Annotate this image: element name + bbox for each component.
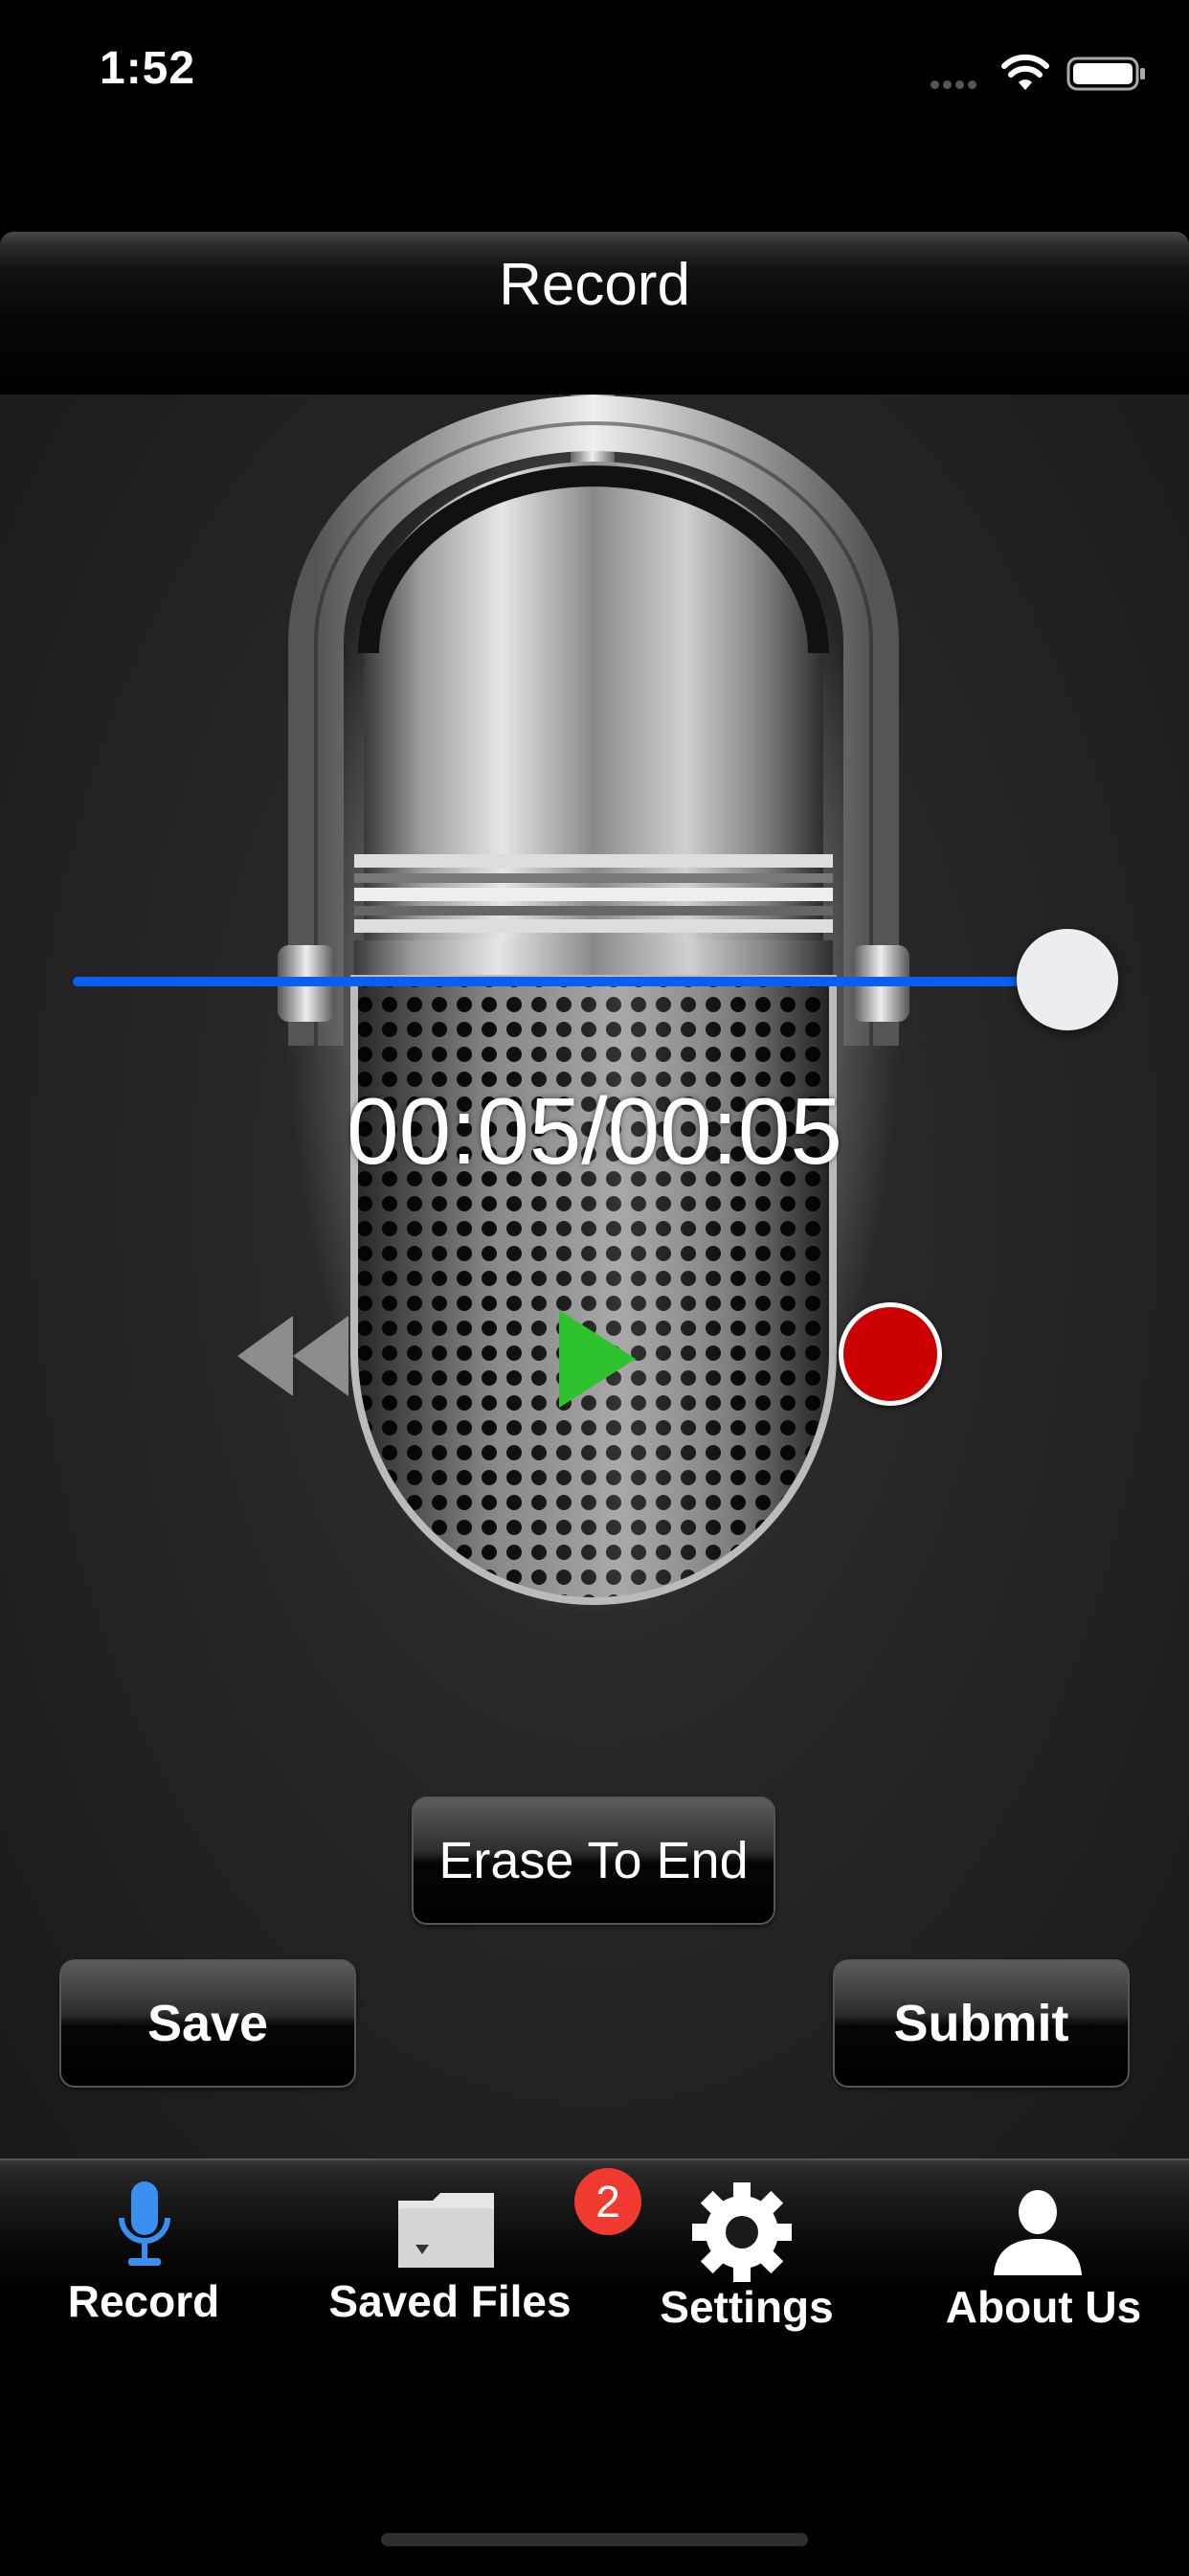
tab-saved-files[interactable]: Saved Files (306, 2174, 594, 2346)
tab-saved-files-label: Saved Files (328, 2276, 572, 2326)
microphone-illustration (278, 395, 909, 1611)
home-indicator[interactable] (381, 2533, 808, 2546)
save-button[interactable]: Save (59, 1959, 356, 2088)
cellular-signal-icon (931, 77, 988, 90)
playback-progress-track[interactable] (73, 977, 1068, 986)
time-readout: 00:05/00:05 (347, 1078, 842, 1184)
page-title: Record (499, 252, 690, 318)
tab-about-us-label: About Us (945, 2282, 1142, 2332)
gear-icon (692, 2182, 792, 2282)
tab-about-us[interactable]: About Us (919, 2174, 1168, 2346)
status-bar: 1:52 (0, 0, 1189, 144)
wifi-icon (1001, 54, 1049, 90)
battery-icon (1066, 56, 1145, 91)
submit-button[interactable]: Submit (833, 1959, 1130, 2088)
play-icon[interactable] (553, 1306, 639, 1412)
tab-settings-label: Settings (660, 2282, 834, 2332)
rewind-icon[interactable] (234, 1312, 352, 1400)
person-icon (994, 2190, 1082, 2275)
tab-settings[interactable]: Settings (632, 2174, 862, 2346)
status-time: 1:52 (100, 43, 196, 94)
folder-icon (398, 2193, 494, 2268)
tab-record[interactable]: Record (29, 2174, 258, 2346)
tab-record-label: Record (67, 2276, 220, 2326)
erase-to-end-button[interactable]: Erase To End (412, 1796, 775, 1925)
microphone-icon (119, 2181, 170, 2266)
record-icon[interactable] (839, 1302, 942, 1406)
playback-progress-knob[interactable] (1017, 929, 1118, 1030)
